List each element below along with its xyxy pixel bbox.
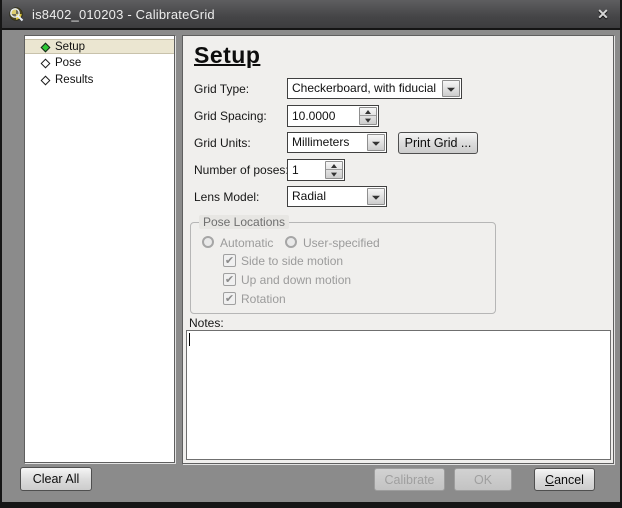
calibrate-grid-dialog: is8402_010203 - CalibrateGrid ✕ Setup Po… (0, 0, 622, 508)
spin-down-icon[interactable] (360, 116, 376, 124)
setup-panel: Setup Grid Type: Checkerboard, with fidu… (182, 35, 614, 464)
app-icon (8, 6, 25, 23)
lens-model-dropdown[interactable]: Radial (287, 186, 387, 207)
sidebar-item-label: Results (55, 74, 93, 86)
number-of-poses-label: Number of poses: (194, 163, 289, 177)
calibrate-button: Calibrate (374, 468, 445, 491)
cancel-button[interactable]: Cancel (534, 468, 595, 491)
grid-type-dropdown[interactable]: Checkerboard, with fiducial (287, 78, 462, 99)
clear-all-button[interactable]: Clear All (20, 467, 92, 491)
up-and-down-checkbox: ✔ (223, 273, 236, 286)
automatic-radio (202, 236, 214, 248)
spin-up-icon[interactable] (360, 108, 376, 116)
cancel-label-rest: ancel (554, 473, 584, 487)
chevron-down-icon[interactable] (367, 134, 385, 151)
grid-type-value: Checkerboard, with fiducial (288, 79, 461, 98)
print-grid-button[interactable]: Print Grid ... (398, 132, 478, 154)
diamond-icon (41, 43, 51, 53)
close-icon[interactable]: ✕ (592, 4, 614, 24)
text-caret (189, 333, 190, 346)
sidebar-item-label: Setup (55, 41, 85, 53)
user-specified-radio (285, 236, 297, 248)
ok-button: OK (454, 468, 512, 491)
spinner-buttons (325, 161, 343, 179)
notes-label: Notes: (189, 316, 224, 330)
spinner-buttons (359, 107, 377, 125)
number-of-poses-input[interactable] (288, 160, 322, 180)
sidebar-item-pose[interactable]: Pose (25, 56, 174, 71)
sidebar-item-results[interactable]: Results (25, 73, 174, 88)
window-title: is8402_010203 - CalibrateGrid (32, 7, 215, 22)
navigation-sidebar: Setup Pose Results (24, 35, 175, 463)
notes-input[interactable] (186, 330, 611, 460)
rotation-checkbox: ✔ (223, 292, 236, 305)
spin-up-icon[interactable] (326, 162, 342, 170)
rotation-checkbox-label: Rotation (241, 292, 286, 306)
lens-model-label: Lens Model: (194, 190, 259, 204)
user-specified-radio-label: User-specified (303, 236, 380, 250)
chevron-down-icon[interactable] (367, 188, 385, 205)
side-to-side-checkbox-label: Side to side motion (241, 254, 343, 268)
cancel-accelerator: C (545, 473, 554, 487)
automatic-radio-label: Automatic (220, 236, 273, 250)
grid-spacing-stepper (287, 105, 379, 127)
page-title: Setup (194, 42, 260, 69)
pose-locations-title: Pose Locations (199, 215, 289, 229)
grid-spacing-label: Grid Spacing: (194, 109, 267, 123)
grid-spacing-input[interactable] (288, 106, 356, 126)
titlebar[interactable]: is8402_010203 - CalibrateGrid ✕ (0, 0, 622, 30)
sidebar-item-label: Pose (55, 57, 81, 69)
side-to-side-checkbox: ✔ (223, 254, 236, 267)
diamond-icon (41, 76, 51, 86)
diamond-icon (41, 59, 51, 69)
grid-units-label: Grid Units: (194, 136, 251, 150)
number-of-poses-stepper (287, 159, 345, 181)
chevron-down-icon[interactable] (442, 80, 460, 97)
up-and-down-checkbox-label: Up and down motion (241, 273, 351, 287)
sidebar-item-setup[interactable]: Setup (25, 39, 174, 54)
grid-type-label: Grid Type: (194, 82, 249, 96)
grid-units-dropdown[interactable]: Millimeters (287, 132, 387, 153)
spin-down-icon[interactable] (326, 170, 342, 178)
pose-locations-group: Pose Locations Automatic User-specified … (190, 222, 496, 314)
